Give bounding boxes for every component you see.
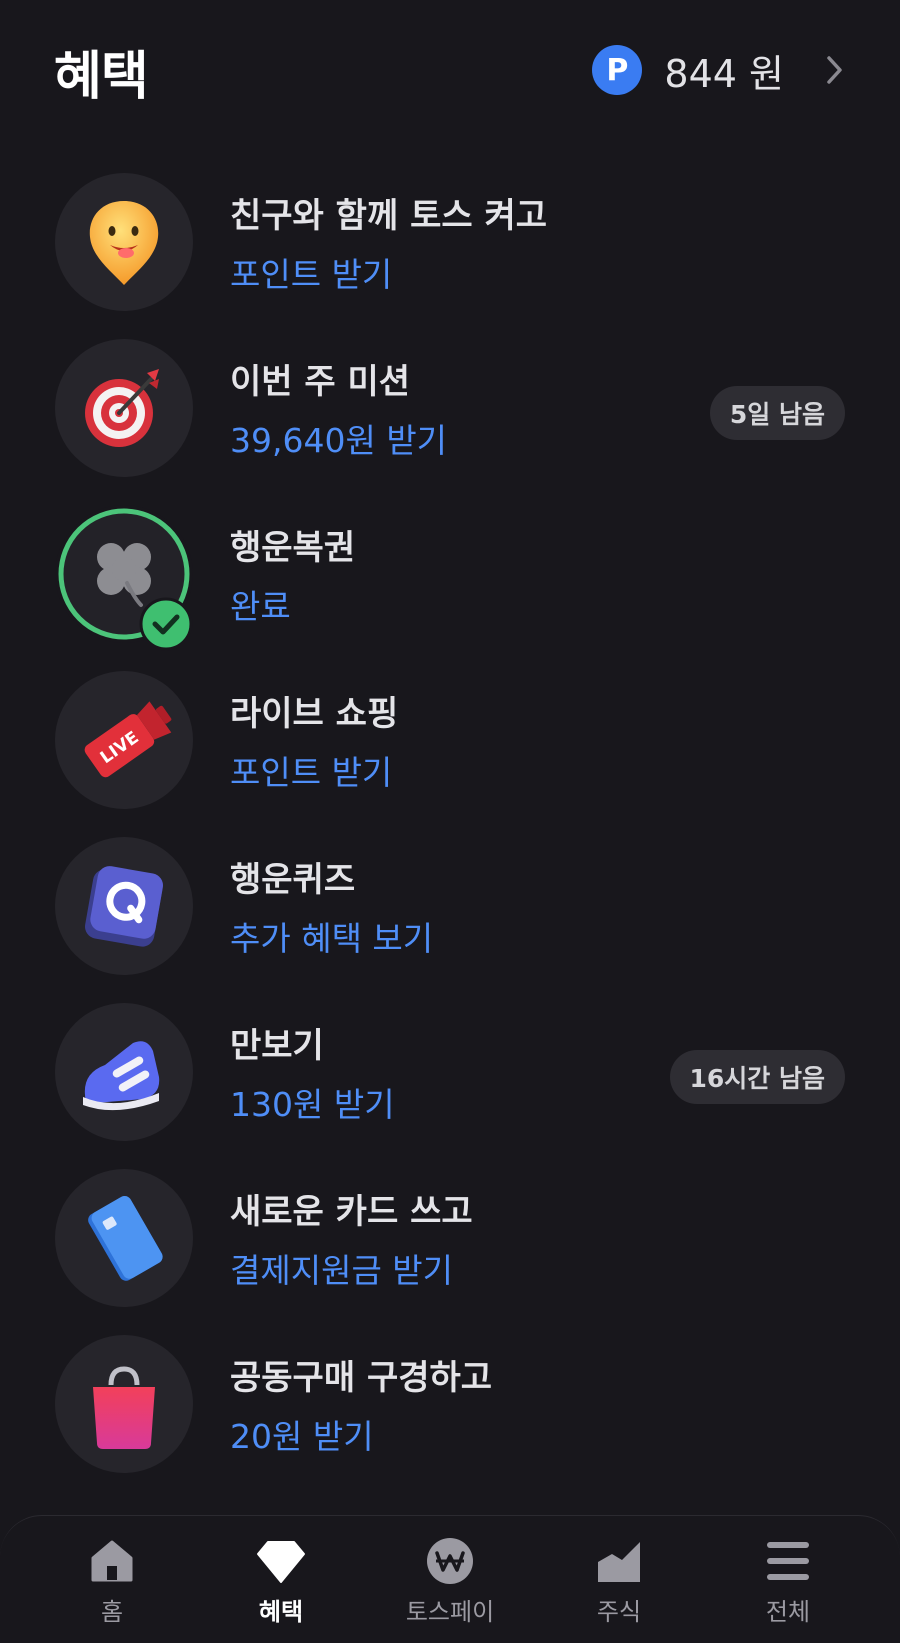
point-icon: P [592, 45, 643, 95]
benefit-subtitle: 20원 받기 [230, 1417, 374, 1456]
tab-home[interactable]: 홈 [52, 1536, 172, 1636]
benefit-subtitle: 39,640원 받기 [230, 421, 448, 460]
benefit-item-pedometer[interactable]: 만보기 130원 받기 16시간 남음 [0, 988, 900, 1141]
tab-label: 토스페이 [405, 1598, 495, 1626]
shopping-bag-icon [55, 1335, 193, 1473]
benefit-title: 행운퀴즈 [230, 860, 356, 900]
benefit-title: 친구와 함께 토스 켜고 [230, 196, 548, 236]
tab-benefits[interactable]: 혜택 [221, 1536, 341, 1636]
benefit-item-group-buying[interactable]: 공동구매 구경하고 20원 받기 [0, 1320, 900, 1473]
benefit-title: 행운복권 [230, 528, 356, 568]
benefit-title: 공동구매 구경하고 [230, 1358, 493, 1398]
benefit-subtitle: 포인트 받기 [230, 753, 393, 792]
benefit-subtitle: 추가 혜택 보기 [230, 919, 434, 958]
stock-chart-icon [594, 1536, 644, 1586]
benefit-item-weekly-mission[interactable]: 이번 주 미션 39,640원 받기 5일 남음 [0, 324, 900, 477]
smiley-location-pin-icon [55, 173, 193, 311]
tab-label: 전체 [765, 1598, 811, 1626]
benefit-title: 만보기 [230, 1026, 324, 1066]
points-balance-button[interactable]: P 844 원 [592, 44, 850, 96]
bottom-tab-bar: 홈 혜택 토스페이 주식 전체 [0, 1515, 900, 1643]
points-value: 844 원 [664, 51, 784, 96]
live-tag-icon: LIVE [55, 671, 193, 809]
tab-all[interactable]: 전체 [728, 1536, 848, 1636]
tab-tosspay[interactable]: 토스페이 [390, 1536, 510, 1636]
dartboard-icon [55, 339, 193, 477]
benefit-subtitle: 결제지원금 받기 [230, 1251, 454, 1290]
tab-label: 혜택 [258, 1598, 304, 1626]
diamond-icon [256, 1536, 306, 1586]
time-remaining-badge: 16시간 남음 [669, 1050, 845, 1104]
benefit-item-lucky-quiz[interactable]: 행운퀴즈 추가 혜택 보기 [0, 822, 900, 975]
benefit-item-new-card[interactable]: 새로운 카드 쓰고 결제지원금 받기 [0, 1154, 900, 1307]
quiz-q-icon [55, 837, 193, 975]
benefit-title: 새로운 카드 쓰고 [230, 1192, 473, 1232]
completed-check-icon [139, 597, 193, 651]
benefit-item-lucky-lottery[interactable]: 행운복권 완료 [0, 490, 900, 651]
menu-icon [763, 1536, 813, 1586]
won-coin-icon [425, 1536, 475, 1586]
time-remaining-badge: 5일 남음 [709, 386, 845, 440]
chevron-right-icon [820, 50, 850, 90]
benefit-subtitle: 완료 [230, 587, 291, 626]
benefit-title: 이번 주 미션 [230, 362, 411, 402]
benefit-subtitle: 포인트 받기 [230, 255, 393, 294]
tab-label: 주식 [596, 1598, 642, 1626]
home-icon [87, 1536, 137, 1586]
header: 혜택 P 844 원 [0, 0, 900, 140]
page-title: 혜택 [54, 47, 149, 107]
sneaker-icon [55, 1003, 193, 1141]
benefit-item-invite-friends[interactable]: 친구와 함께 토스 켜고 포인트 받기 [0, 158, 900, 311]
tab-label: 홈 [100, 1598, 124, 1626]
tab-stocks[interactable]: 주식 [559, 1536, 679, 1636]
credit-card-icon [55, 1169, 193, 1307]
benefit-title: 라이브 쇼핑 [230, 694, 399, 734]
benefit-subtitle: 130원 받기 [230, 1085, 395, 1124]
benefit-item-live-shopping[interactable]: LIVE 라이브 쇼핑 포인트 받기 [0, 656, 900, 809]
